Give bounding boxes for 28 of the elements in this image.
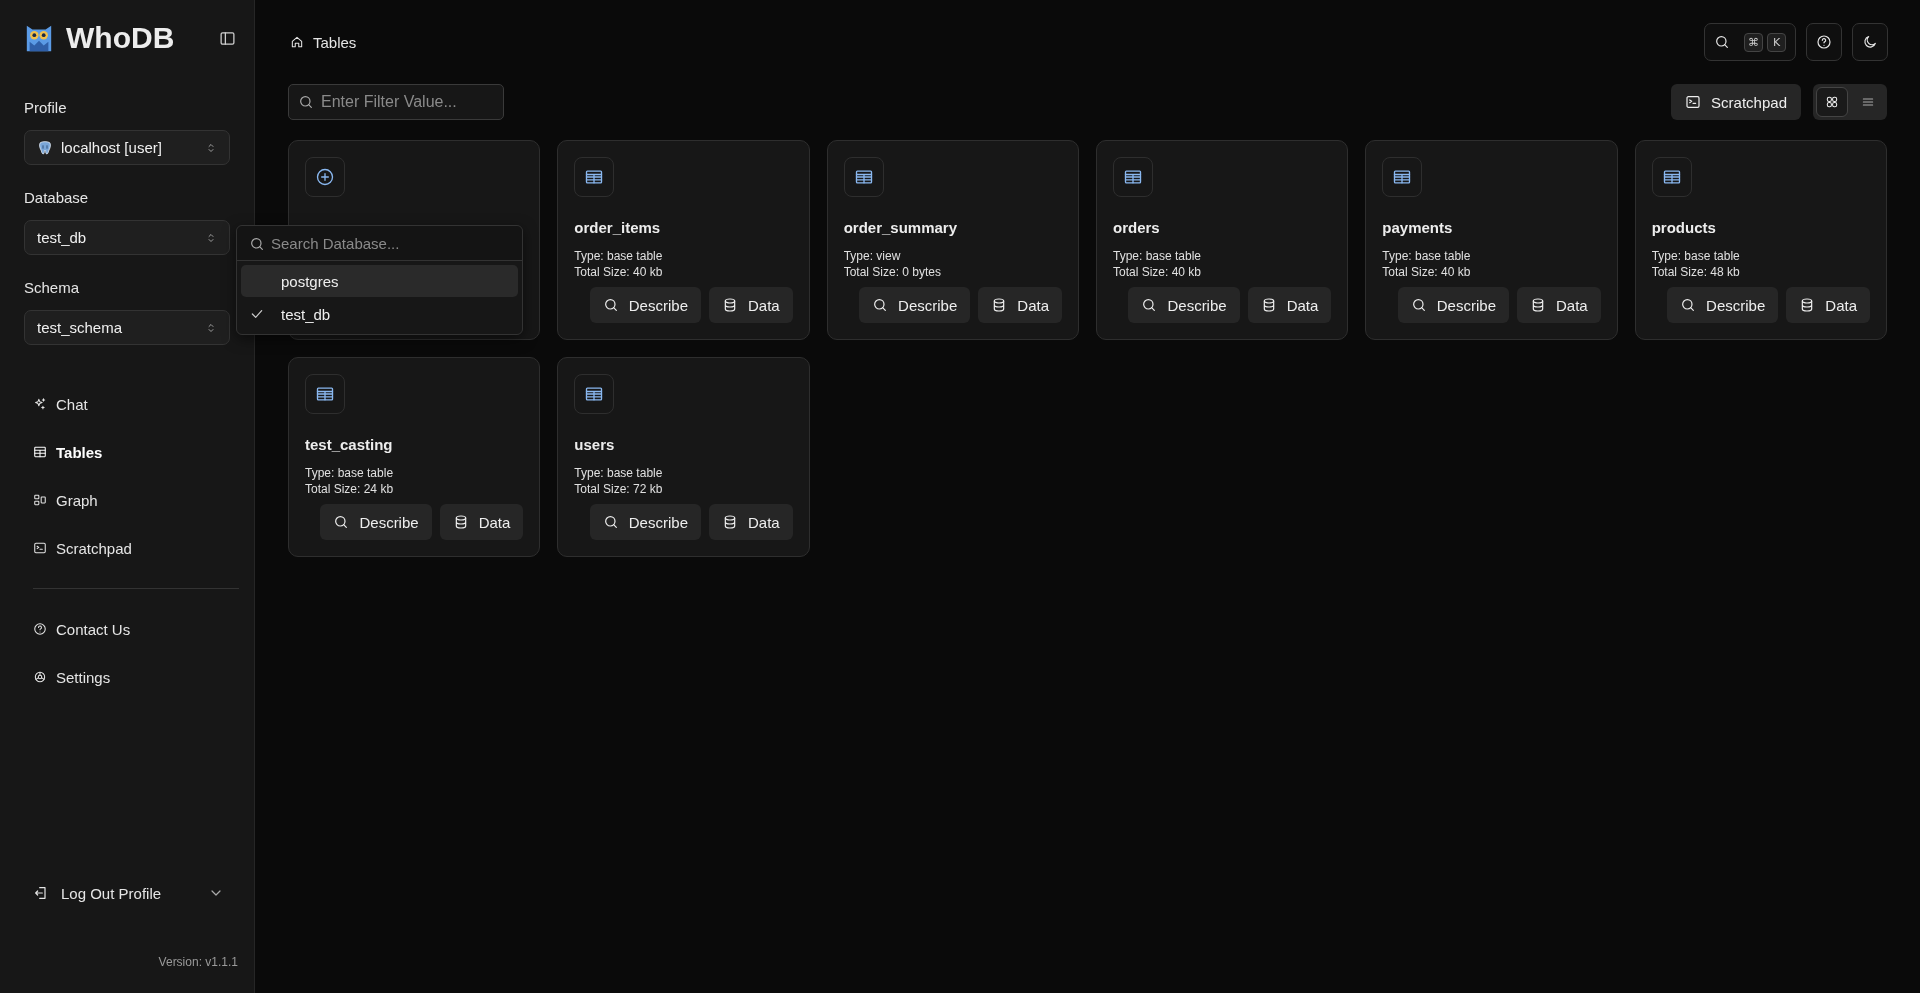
table-type: Type: base table bbox=[574, 248, 664, 264]
table-name: payments bbox=[1382, 219, 1454, 236]
key-hint: ⌘ bbox=[1744, 32, 1763, 52]
table-name: order_items bbox=[574, 219, 662, 236]
table-size: Total Size: 48 kb bbox=[1651, 264, 1741, 280]
table-type: Type: view bbox=[843, 248, 902, 264]
version-text: Version: v1.1.1 bbox=[157, 955, 238, 969]
table-size: Total Size: 40 kb bbox=[574, 264, 664, 280]
app-name: WhoDB bbox=[66, 21, 176, 55]
field-label: Schema bbox=[24, 279, 81, 296]
table-type: Type: base table bbox=[1651, 248, 1741, 264]
table-size: Total Size: 0 bytes bbox=[843, 264, 943, 280]
table-name: products bbox=[1651, 219, 1717, 236]
table-size: Total Size: 40 kb bbox=[1382, 264, 1472, 280]
table-size: Total Size: 40 kb bbox=[1113, 264, 1203, 280]
table-name: order_summary bbox=[843, 219, 959, 236]
field-label: Database bbox=[24, 189, 90, 206]
table-type: Type: base table bbox=[574, 465, 664, 481]
key-hint: K bbox=[1767, 32, 1786, 52]
table-name: test_casting bbox=[305, 436, 394, 453]
table-size: Total Size: 72 kb bbox=[574, 481, 664, 497]
table-type: Type: base table bbox=[1113, 248, 1203, 264]
table-size: Total Size: 24 kb bbox=[305, 481, 395, 497]
table-type: Type: base table bbox=[1382, 248, 1472, 264]
table-type: Type: base table bbox=[305, 465, 395, 481]
table-name: users bbox=[574, 436, 616, 453]
table-name: orders bbox=[1113, 219, 1161, 236]
field-label: Profile bbox=[24, 99, 68, 116]
